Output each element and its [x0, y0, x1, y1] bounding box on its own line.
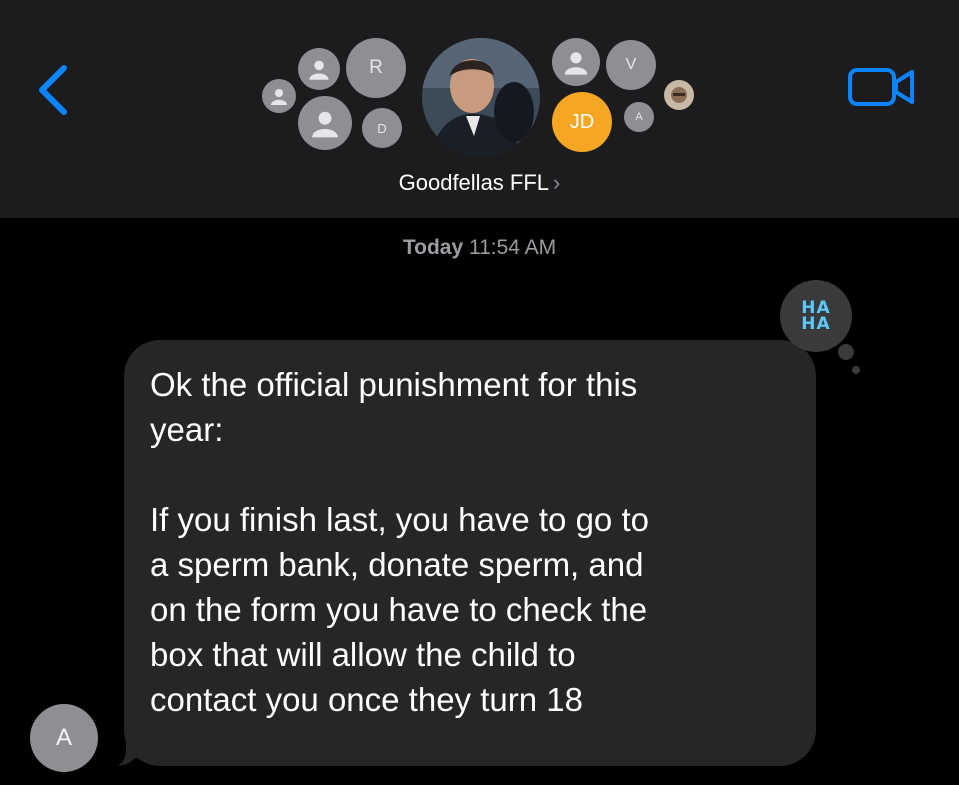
member-avatar-v: V: [606, 40, 656, 90]
message-timestamp: Today 11:54 AM: [0, 236, 959, 260]
member-avatar-r: R: [346, 38, 406, 98]
sender-initial: A: [55, 724, 72, 751]
back-button[interactable]: [30, 60, 80, 120]
avatar-initial: R: [369, 57, 383, 78]
sender-avatar[interactable]: A: [30, 704, 98, 772]
member-avatar: [552, 38, 600, 86]
person-icon: [309, 60, 329, 80]
video-camera-icon: [848, 68, 914, 106]
avatar-initial: A: [635, 111, 643, 123]
timestamp-time: 11:54 AM: [468, 236, 557, 259]
messages-screen: R D V JD A Goodfellas FFL › Today 11:54 …: [0, 0, 959, 785]
chevron-right-icon: ›: [553, 170, 561, 195]
member-avatar-d: D: [362, 108, 402, 148]
tapback-dot: [838, 344, 854, 360]
member-avatar: [298, 48, 340, 90]
member-avatar-jd: JD: [552, 92, 612, 152]
group-photo: [422, 38, 540, 156]
facetime-video-button[interactable]: [846, 62, 918, 112]
avatar-initial: JD: [569, 110, 595, 133]
avatar-initial: D: [377, 120, 387, 136]
message-text: Ok the official punishment for this year…: [150, 366, 649, 718]
person-icon: [312, 111, 338, 138]
member-avatar: [298, 96, 352, 150]
timestamp-day: Today: [402, 236, 464, 259]
member-avatar-photo: [664, 80, 694, 110]
group-name[interactable]: Goodfellas FFL ›: [0, 170, 959, 196]
avatar-initial: V: [625, 56, 637, 73]
haha-tapback-icon[interactable]: HA HA: [780, 280, 852, 352]
member-avatar-a: A: [624, 102, 654, 132]
face-photo: [671, 87, 687, 103]
conversation-header: R D V JD A Goodfellas FFL ›: [0, 0, 959, 218]
group-name-text: Goodfellas FFL: [398, 170, 550, 195]
tapback-text: HA: [801, 314, 831, 334]
tapback-dot: [852, 366, 860, 374]
person-icon: [564, 52, 588, 75]
member-avatar: [262, 79, 296, 113]
person-icon: [271, 89, 287, 105]
chevron-left-icon: [39, 65, 67, 115]
group-photo-avatar: [422, 38, 540, 156]
